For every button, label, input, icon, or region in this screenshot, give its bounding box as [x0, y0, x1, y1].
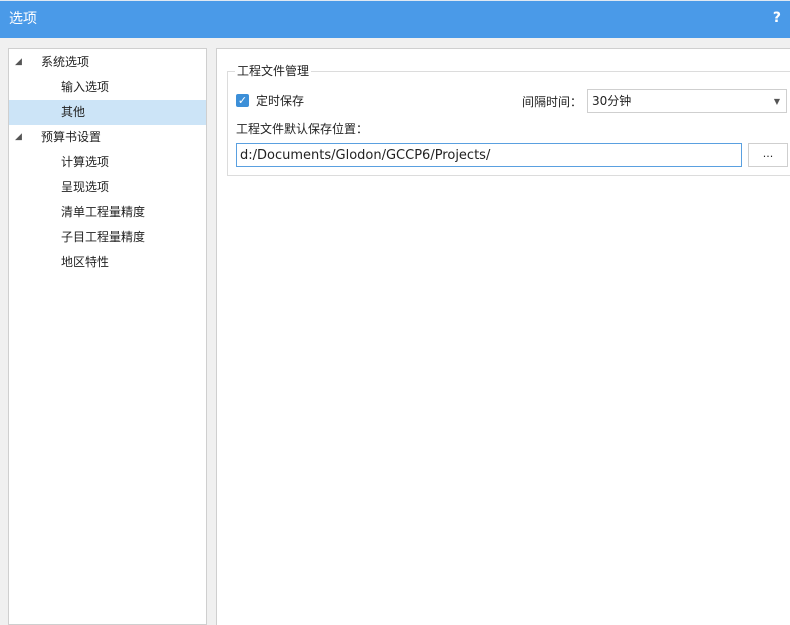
tree-item-other[interactable]: 其他	[9, 100, 206, 125]
tree-item-label: 清单工程量精度	[61, 205, 146, 219]
expand-triangle-icon[interactable]: ◢	[15, 50, 22, 75]
tree-item-label: 呈现选项	[61, 180, 110, 194]
tree-item-display-options[interactable]: 呈现选项	[9, 175, 206, 200]
options-tree: ◢ 系统选项 输入选项 其他 ◢ 预算书设置 计算选项 呈现选项 清单工程量精度…	[8, 48, 207, 625]
interval-value: 30分钟	[592, 94, 632, 108]
help-icon[interactable]: ?	[773, 9, 781, 27]
group-title: 工程文件管理	[235, 63, 312, 79]
window-title: 选项	[9, 11, 37, 27]
tree-item-calculation-options[interactable]: 计算选项	[9, 150, 206, 175]
tree-item-label: 地区特性	[61, 255, 110, 269]
tree-item-system-options[interactable]: ◢ 系统选项	[9, 50, 206, 75]
tree-item-label: 输入选项	[61, 80, 110, 94]
interval-label: 间隔时间：	[522, 95, 583, 109]
interval-select[interactable]: 30分钟 ▼	[587, 89, 787, 113]
tree-item-item-quantity-precision[interactable]: 子目工程量精度	[9, 225, 206, 250]
dropdown-arrow-icon[interactable]: ▼	[774, 94, 780, 110]
save-path-label: 工程文件默认保存位置：	[236, 122, 369, 136]
save-path-input[interactable]	[236, 143, 742, 167]
tree-item-input-options[interactable]: 输入选项	[9, 75, 206, 100]
tree-item-bill-quantity-precision[interactable]: 清单工程量精度	[9, 200, 206, 225]
autosave-label[interactable]: 定时保存	[256, 93, 304, 109]
expand-triangle-icon[interactable]: ◢	[15, 125, 22, 150]
tree-item-label: 子目工程量精度	[61, 230, 146, 244]
options-dialog: 选项 ? ◢ 系统选项 输入选项 其他 ◢ 预算书设置 计算选项 呈现选项 清单…	[0, 0, 790, 625]
tree-item-label: 系统选项	[41, 55, 90, 69]
tree-item-budget-settings[interactable]: ◢ 预算书设置	[9, 125, 206, 150]
tree-item-label: 预算书设置	[41, 130, 102, 144]
tree-item-label: 计算选项	[61, 155, 110, 169]
autosave-checkbox[interactable]: ✓	[236, 94, 249, 107]
tree-item-label: 其他	[61, 105, 86, 119]
tree-item-regional-features[interactable]: 地区特性	[9, 250, 206, 275]
settings-panel: 工程文件管理 ✓ 定时保存 间隔时间： 30分钟 ▼ 工程文件默认保存位置： .…	[216, 48, 790, 625]
title-bar: 选项 ?	[0, 0, 790, 38]
browse-button[interactable]: ...	[748, 143, 788, 167]
